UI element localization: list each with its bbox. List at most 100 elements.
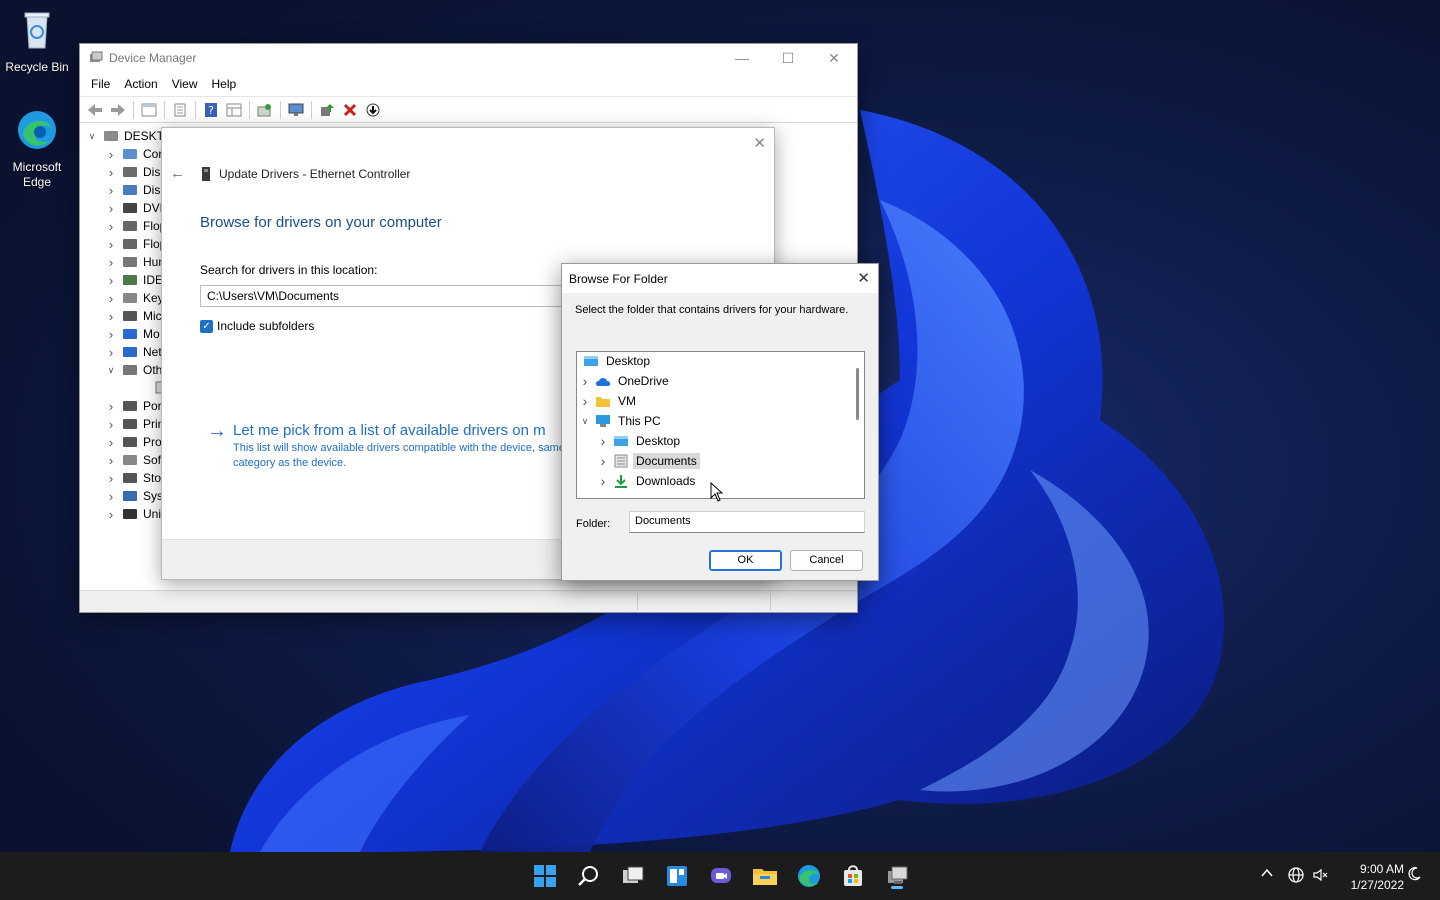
folder-tree-item[interactable]: › Downloads bbox=[597, 472, 698, 490]
ok-button[interactable]: OK bbox=[709, 550, 782, 571]
device-category-row[interactable]: › Soft bbox=[105, 451, 164, 469]
folder-tree-item[interactable]: › OneDrive bbox=[579, 372, 672, 390]
device-category-row[interactable]: › Stor bbox=[105, 469, 164, 487]
chevron-right-icon[interactable]: › bbox=[105, 255, 117, 270]
chevron-right-icon[interactable]: › bbox=[105, 507, 117, 522]
chevron-right-icon[interactable]: › bbox=[105, 453, 117, 468]
device-category-row[interactable]: ›Syst bbox=[105, 487, 164, 505]
chevron-right-icon[interactable]: › bbox=[105, 291, 117, 306]
back-arrow-icon[interactable]: ← bbox=[170, 165, 185, 182]
cancel-button[interactable]: Cancel bbox=[790, 550, 863, 571]
properties-icon[interactable] bbox=[169, 99, 191, 121]
chevron-down-icon[interactable]: ∨ bbox=[105, 365, 117, 376]
folder-tree-item[interactable]: › VM bbox=[579, 392, 639, 410]
device-category-row[interactable]: ›Disp bbox=[105, 181, 164, 199]
chevron-right-icon[interactable]: › bbox=[105, 489, 117, 504]
chevron-right-icon[interactable]: › bbox=[105, 435, 117, 450]
device-category-row[interactable]: › Mo bbox=[105, 325, 160, 343]
search-icon[interactable] bbox=[573, 860, 605, 892]
chevron-right-icon[interactable]: › bbox=[105, 471, 117, 486]
chat-icon[interactable] bbox=[705, 860, 737, 892]
minimize-icon[interactable]: — bbox=[719, 44, 765, 72]
tree-root-computer[interactable]: ∨ DESKTO bbox=[86, 127, 164, 145]
browse-dialog-titlebar[interactable]: Browse For Folder bbox=[562, 264, 878, 293]
close-icon[interactable]: ✕ bbox=[811, 44, 857, 72]
device-category-row[interactable]: › Mic bbox=[105, 307, 162, 325]
chevron-right-icon[interactable]: › bbox=[105, 237, 117, 252]
update-driver-icon[interactable] bbox=[316, 99, 338, 121]
device-category-row[interactable]: › Pro bbox=[105, 433, 162, 451]
view-resources-icon[interactable] bbox=[223, 99, 245, 121]
device-category-row[interactable]: › Key bbox=[105, 289, 164, 307]
pick-driver-title[interactable]: Let me pick from a list of available dri… bbox=[233, 422, 593, 439]
folder-input[interactable]: Documents bbox=[629, 511, 865, 533]
help-icon[interactable]: ? bbox=[200, 99, 222, 121]
chevron-right-icon[interactable]: › bbox=[105, 147, 117, 162]
chevron-right-icon[interactable]: › bbox=[105, 399, 117, 414]
forward-arrow-icon[interactable] bbox=[107, 99, 129, 121]
chevron-right-icon[interactable]: › bbox=[105, 327, 117, 342]
folder-tree-item[interactable]: Desktop bbox=[579, 352, 653, 370]
chevron-right-icon[interactable]: › bbox=[597, 433, 609, 449]
disable-down-arrow-icon[interactable] bbox=[362, 99, 384, 121]
chevron-right-icon[interactable]: › bbox=[579, 393, 591, 409]
store-icon[interactable] bbox=[837, 860, 869, 892]
include-subfolders-checkbox[interactable]: ✓ Include subfolders bbox=[200, 319, 314, 333]
chevron-right-icon[interactable]: › bbox=[105, 165, 117, 180]
chevron-right-icon[interactable]: › bbox=[105, 345, 117, 360]
monitor-icon[interactable] bbox=[285, 99, 307, 121]
chevron-right-icon[interactable]: › bbox=[105, 273, 117, 288]
device-category-row[interactable]: ›Disk bbox=[105, 163, 164, 181]
menu-action[interactable]: Action bbox=[117, 77, 164, 91]
scan-hardware-icon[interactable] bbox=[254, 99, 276, 121]
chevron-right-icon[interactable]: › bbox=[105, 309, 117, 324]
folder-tree-item[interactable]: › Documents bbox=[597, 452, 700, 470]
file-explorer-icon[interactable] bbox=[749, 860, 781, 892]
device-category-row[interactable]: › Prin bbox=[105, 415, 164, 433]
pick-driver-link[interactable]: → Let me pick from a list of available d… bbox=[207, 421, 593, 471]
chevron-down-icon[interactable]: ∨ bbox=[86, 131, 98, 142]
task-view-icon[interactable] bbox=[617, 860, 649, 892]
chevron-right-icon[interactable]: › bbox=[597, 473, 609, 489]
device-category-row[interactable]: ›DVD bbox=[105, 199, 164, 217]
folder-tree-item[interactable]: ∨ This PC bbox=[579, 412, 664, 430]
uninstall-x-icon[interactable] bbox=[339, 99, 361, 121]
show-hidden-icons-chevron-icon[interactable] bbox=[1260, 866, 1274, 883]
chevron-right-icon[interactable]: › bbox=[579, 373, 591, 389]
close-icon[interactable]: ✕ bbox=[857, 269, 870, 287]
show-hide-tree-icon[interactable] bbox=[138, 99, 160, 121]
network-globe-icon[interactable] bbox=[1287, 866, 1305, 887]
edge-icon[interactable] bbox=[793, 860, 825, 892]
device-category-row[interactable]: ∨ Oth bbox=[105, 361, 163, 379]
device-category-row[interactable]: › Cor bbox=[105, 145, 163, 163]
device-category-row[interactable]: ›Flop bbox=[105, 235, 164, 253]
device-category-row[interactable]: › Uni bbox=[105, 505, 161, 523]
desktop-icon-recycle-bin[interactable]: Recycle Bin bbox=[0, 8, 74, 75]
chevron-right-icon[interactable]: › bbox=[105, 201, 117, 216]
focus-assist-moon-icon[interactable] bbox=[1406, 866, 1422, 885]
device-category-row[interactable]: ›Flop bbox=[105, 217, 164, 235]
chevron-right-icon[interactable]: › bbox=[105, 183, 117, 198]
menu-file[interactable]: File bbox=[84, 77, 117, 91]
volume-muted-icon[interactable] bbox=[1312, 866, 1330, 887]
device-category-row[interactable]: › IDE bbox=[105, 271, 163, 289]
folder-tree-item[interactable]: › Desktop bbox=[597, 432, 683, 450]
chevron-down-icon[interactable]: ∨ bbox=[579, 416, 591, 427]
chevron-right-icon[interactable]: › bbox=[597, 453, 609, 469]
device-category-row[interactable]: ›Hum bbox=[105, 253, 164, 271]
scrollbar-thumb[interactable] bbox=[856, 368, 859, 420]
maximize-icon[interactable]: ☐ bbox=[765, 44, 811, 72]
driver-path-input[interactable]: C:\Users\VM\Documents bbox=[200, 285, 580, 307]
close-icon[interactable]: ✕ bbox=[753, 134, 766, 152]
widgets-icon[interactable] bbox=[661, 860, 693, 892]
device-category-row[interactable]: › Net bbox=[105, 343, 162, 361]
folder-tree-view[interactable]: Desktop › OneDrive › VM ∨ This PC › Desktop › Docu… bbox=[576, 351, 865, 499]
chevron-right-icon[interactable]: › bbox=[105, 219, 117, 234]
desktop-icon-edge[interactable]: Microsoft Edge bbox=[0, 108, 74, 190]
device-manager-icon[interactable] bbox=[881, 860, 913, 892]
chevron-right-icon[interactable]: › bbox=[105, 417, 117, 432]
device-category-row[interactable]: › Por bbox=[105, 397, 162, 415]
start-icon[interactable] bbox=[529, 860, 561, 892]
menu-view[interactable]: View bbox=[165, 77, 205, 91]
system-clock[interactable]: 9:00 AM 1/27/2022 bbox=[1334, 861, 1404, 893]
